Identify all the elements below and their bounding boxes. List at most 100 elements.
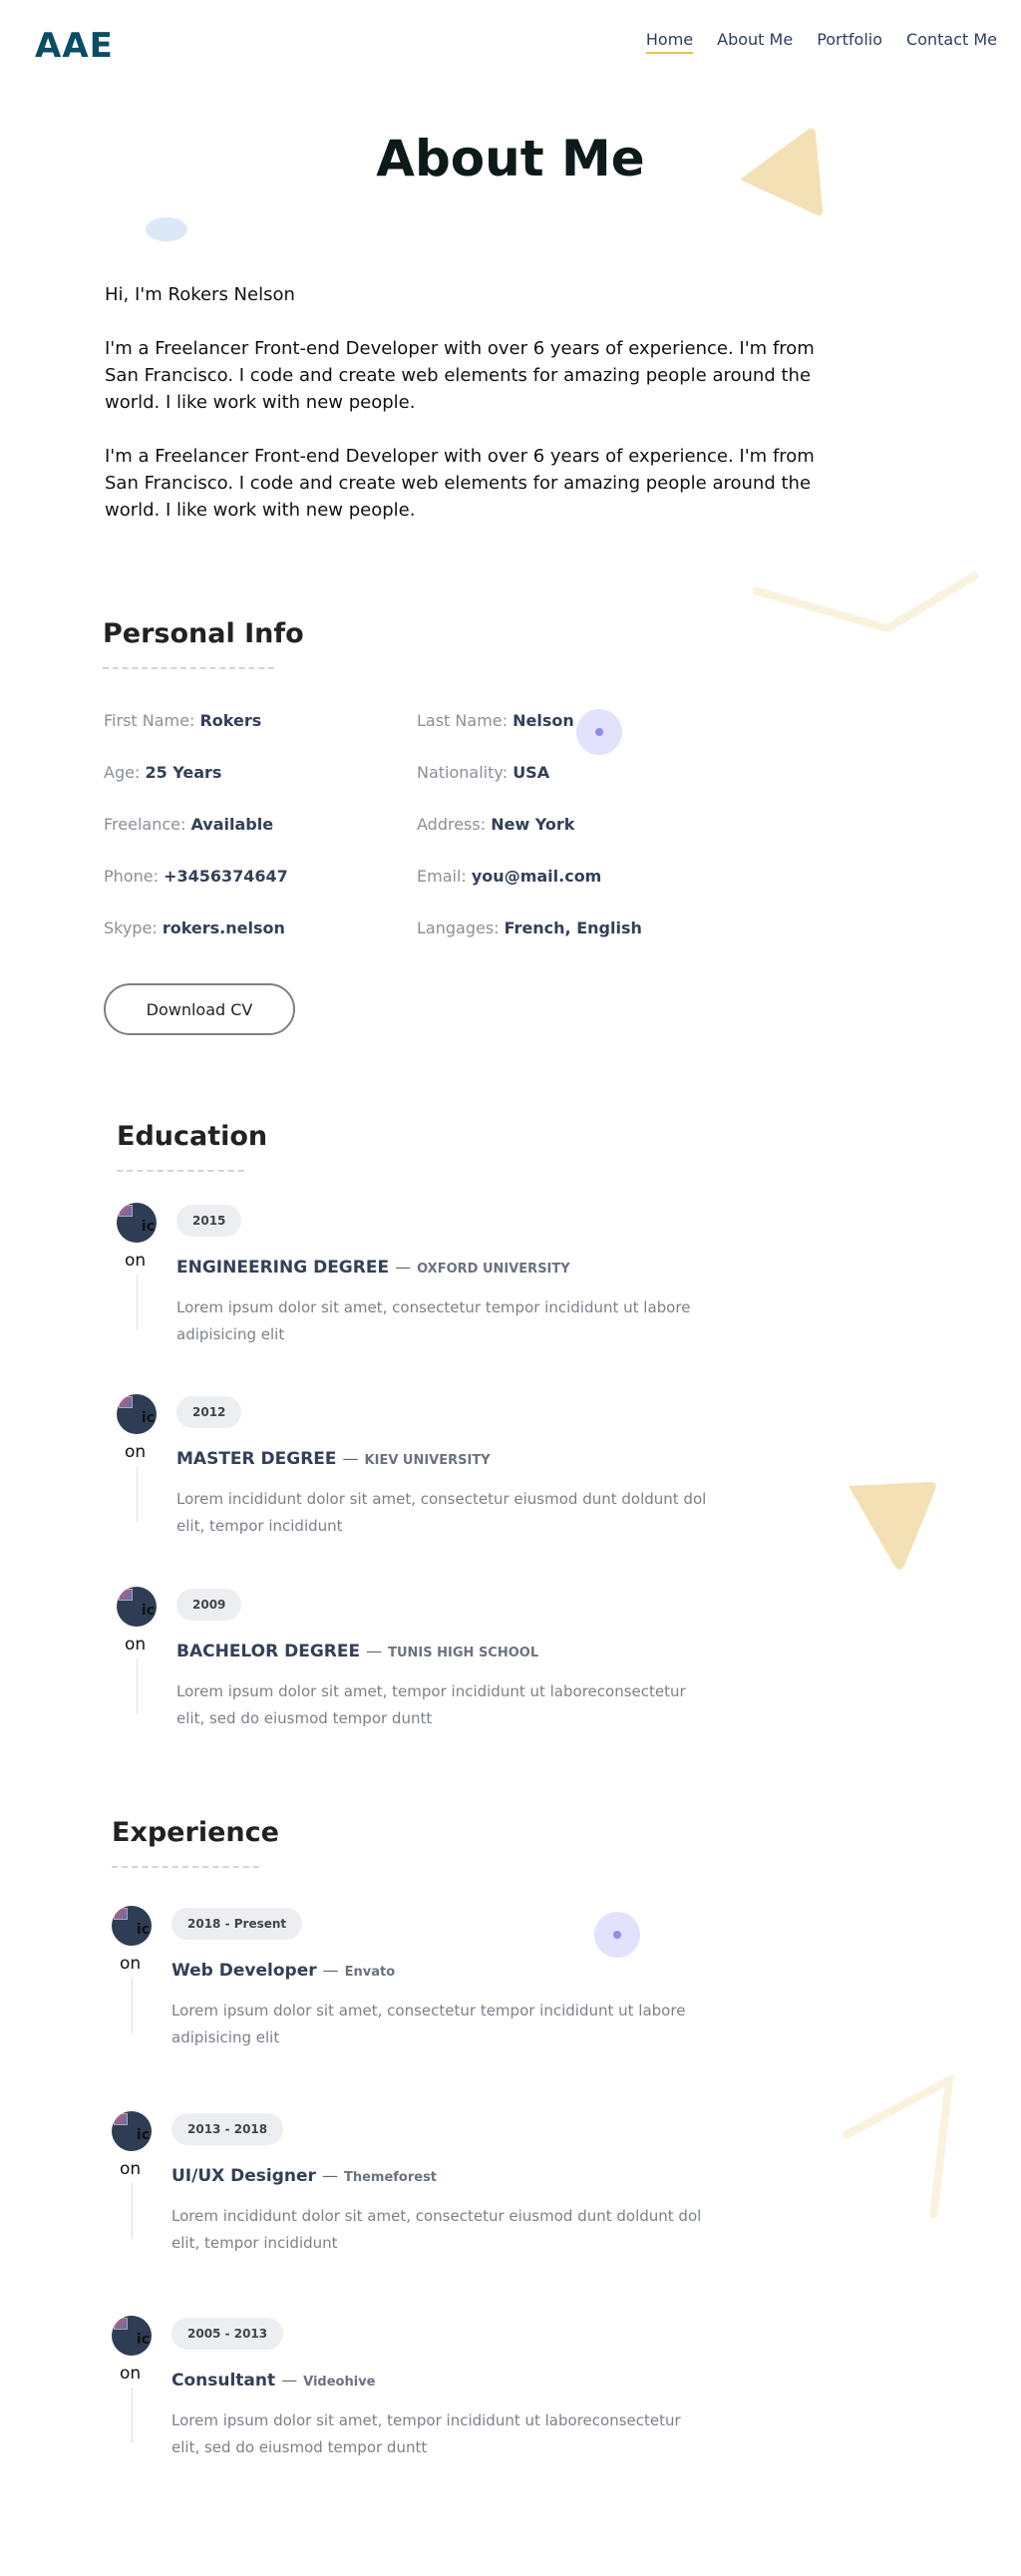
info-label: Langages:: [417, 919, 500, 937]
experience-item: ic on 2018 - Present Web Developer — Envat…: [112, 1906, 710, 2055]
broken-image-icon: [114, 2113, 128, 2125]
experience-item: ic on 2013 - 2018 UI/UX Designer — Themefo…: [112, 2111, 710, 2261]
nav-contact-link[interactable]: Contact Me: [906, 30, 997, 49]
avatar-text: ic: [136, 2332, 150, 2348]
avatar-alt-text: on: [120, 2364, 142, 2384]
year-badge: 2012: [176, 1396, 242, 1428]
job-role: UI/UX Designer: [171, 2166, 316, 2186]
section-title-text: Personal Info: [103, 618, 304, 649]
title-separator: —: [281, 2371, 298, 2390]
avatar-text: ic: [141, 1603, 155, 1619]
title-separator: —: [321, 2166, 338, 2185]
info-label: Freelance:: [104, 815, 186, 834]
page-title: About Me: [376, 130, 645, 187]
timeline-description: Lorem ipsum dolor sit amet, consectetur …: [171, 2002, 686, 2046]
site-logo[interactable]: AAE: [35, 26, 114, 66]
avatar-text: ic: [136, 2127, 150, 2143]
degree-name: ENGINEERING DEGREE: [176, 1258, 390, 1278]
nav-portfolio-link[interactable]: Portfolio: [817, 30, 882, 49]
timeline-title: MASTER DEGREE — KIEV UNIVERSITY: [176, 1449, 491, 1469]
experience-item: ic on 2005 - 2013 Consultant — Videohive L…: [112, 2316, 710, 2465]
timeline-avatar: ic: [117, 1394, 157, 1434]
title-separator: —: [366, 1642, 383, 1660]
info-value: USA: [512, 763, 550, 782]
about-intro: Hi, I'm Rokers Nelson I'm a Freelancer F…: [105, 281, 852, 551]
period-badge: 2018 - Present: [171, 1908, 303, 1940]
info-label: Last Name:: [417, 711, 509, 730]
nav-home-link[interactable]: Home: [645, 30, 694, 54]
avatar-text: ic: [141, 1219, 155, 1235]
school-name: KIEV UNIVERSITY: [364, 1453, 491, 1468]
job-role: Consultant: [171, 2371, 276, 2391]
timeline-title: BACHELOR DEGREE — TUNIS HIGH SCHOOL: [176, 1642, 538, 1661]
timeline-avatar: ic: [112, 2316, 152, 2356]
info-label: Skype:: [104, 919, 158, 937]
greeting-text: Hi, I'm Rokers Nelson: [105, 284, 295, 305]
school-name: TUNIS HIGH SCHOOL: [388, 1646, 539, 1660]
period-badge: 2005 - 2013: [171, 2318, 284, 2350]
decorative-chevron: [752, 570, 980, 633]
timeline-line: [137, 1466, 138, 1522]
job-role: Web Developer: [171, 1961, 317, 1981]
year-badge: 2009: [176, 1589, 242, 1621]
timeline-title: Web Developer — Envato: [171, 1961, 395, 1981]
timeline-description: Lorem ipsum dolor sit amet, consectetur …: [176, 1298, 691, 1343]
education-item: ic on 2015 ENGINEERING DEGREE — OXFORD UNI…: [117, 1203, 715, 1352]
decorative-triangle-mid: [849, 1482, 936, 1570]
broken-image-icon: [119, 1396, 133, 1408]
download-cv-button[interactable]: Download CV: [104, 983, 295, 1035]
section-title-text: Education: [117, 1121, 268, 1152]
period-badge: 2013 - 2018: [171, 2113, 284, 2145]
info-value: rokers.nelson: [162, 919, 285, 937]
personal-info-heading: Personal Info: [103, 618, 304, 669]
info-first-name: First Name: Rokers: [104, 711, 261, 730]
about-paragraph: I'm a Freelancer Front-end Developer wit…: [105, 338, 815, 413]
timeline-avatar: ic: [112, 2111, 152, 2151]
avatar-alt-text: on: [120, 2159, 142, 2179]
avatar-alt-text: on: [125, 1251, 147, 1271]
avatar-alt-text: on: [125, 1442, 147, 1462]
broken-image-icon: [119, 1205, 133, 1217]
timeline-avatar: ic: [117, 1203, 157, 1243]
timeline-avatar: ic: [112, 1906, 152, 1946]
info-value: you@mail.com: [471, 867, 602, 886]
timeline-line: [137, 1658, 138, 1714]
info-value: +3456374647: [164, 867, 288, 886]
info-value: 25 Years: [145, 763, 222, 782]
heading-underline: [112, 1866, 259, 1868]
avatar-alt-text: on: [120, 1954, 142, 1974]
info-label: Email:: [417, 867, 467, 886]
company-name: Envato: [344, 1965, 396, 1980]
education-item: ic on 2012 MASTER DEGREE — KIEV UNIVERSITY…: [117, 1394, 715, 1544]
degree-name: BACHELOR DEGREE: [176, 1642, 361, 1661]
decorative-blob: [146, 217, 187, 241]
timeline-title: UI/UX Designer — Themeforest: [171, 2166, 437, 2186]
education-item: ic on 2009 BACHELOR DEGREE — TUNIS HIGH SC…: [117, 1587, 715, 1736]
info-label: First Name:: [104, 711, 195, 730]
heading-underline: [103, 667, 274, 669]
avatar-alt-text: on: [125, 1635, 147, 1655]
avatar-text: ic: [136, 1922, 150, 1938]
timeline-line: [132, 2388, 133, 2443]
section-title-text: Experience: [112, 1817, 279, 1848]
broken-image-icon: [119, 1589, 133, 1601]
decorative-circle: [576, 709, 622, 755]
main-nav: Home About Me Portfolio Contact Me: [645, 30, 997, 54]
info-label: Phone:: [104, 867, 159, 886]
info-address: Address: New York: [417, 815, 574, 834]
info-label: Nationality:: [417, 763, 509, 782]
info-nationality: Nationality: USA: [417, 763, 549, 782]
nav-about-link[interactable]: About Me: [717, 30, 793, 49]
year-badge: 2015: [176, 1205, 242, 1237]
school-name: OXFORD UNIVERSITY: [417, 1262, 570, 1277]
info-value: French, English: [504, 919, 642, 937]
experience-heading: Experience: [112, 1817, 279, 1868]
broken-image-icon: [114, 2318, 128, 2330]
info-value: Rokers: [199, 711, 262, 730]
info-email: Email: you@mail.com: [417, 867, 601, 886]
title-separator: —: [322, 1961, 339, 1980]
info-label: Age:: [104, 763, 141, 782]
timeline-line: [132, 2183, 133, 2239]
decorative-angle-shape: [842, 2074, 954, 2219]
info-value: Available: [190, 815, 274, 834]
